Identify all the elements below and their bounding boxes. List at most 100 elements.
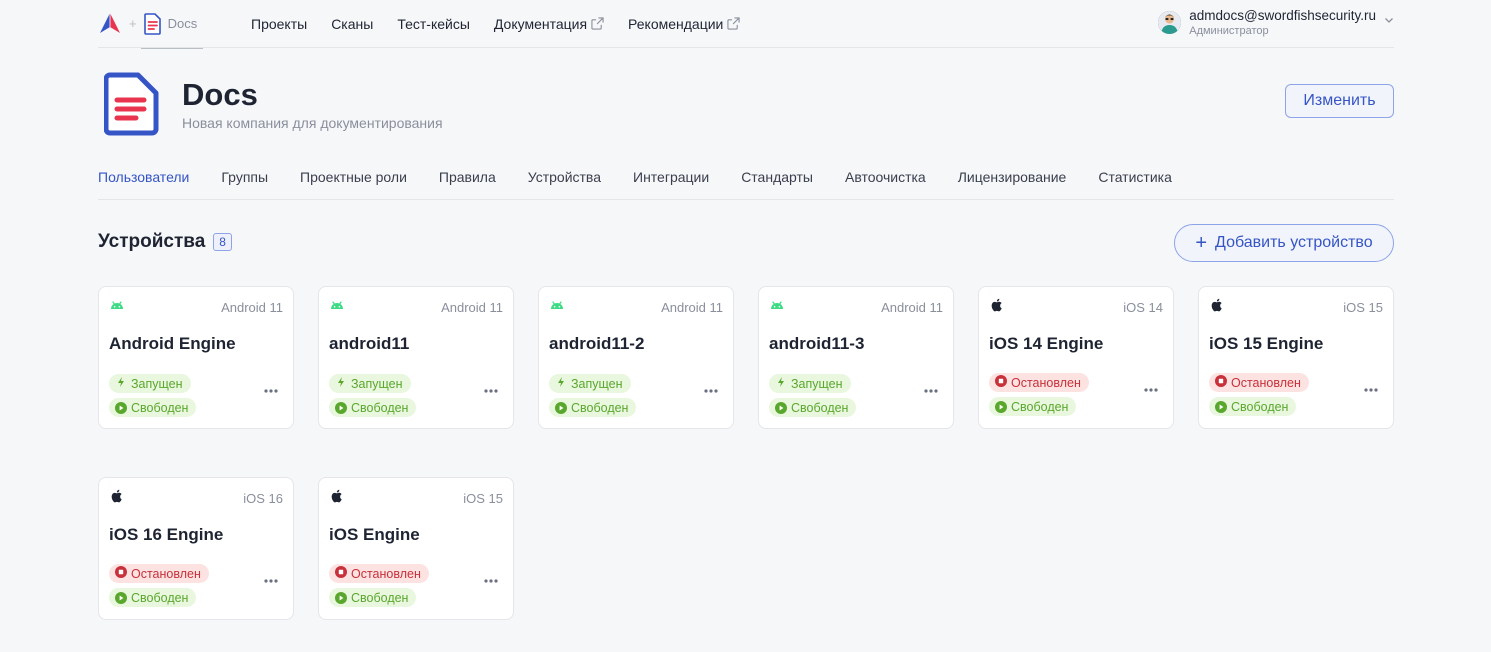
document-icon (143, 12, 161, 35)
tab-project-roles[interactable]: Проектные роли (300, 166, 407, 199)
user-email: admdocs@swordfishsecurity.ru (1189, 8, 1376, 23)
platform-icon-slot (109, 297, 125, 318)
card-header: Android 11 (549, 297, 723, 318)
user-menu[interactable]: admdocs@swordfishsecurity.ru Администрат… (1158, 8, 1394, 38)
platform-icon-slot (329, 488, 345, 509)
user-role: Администратор (1189, 25, 1269, 37)
lightning-icon (118, 377, 124, 387)
brand-underline (141, 47, 203, 49)
stop-circle-icon (115, 566, 127, 578)
status-label: Запущен (131, 376, 183, 391)
company-text: Docs Новая компания для документирования (182, 77, 443, 131)
device-card[interactable]: iOS 14 iOS 14 Engine Остановлен Свободен (978, 286, 1174, 429)
nav-scans[interactable]: Сканы (331, 16, 373, 32)
availability-label: Свободен (351, 590, 409, 605)
play-circle-icon (335, 591, 347, 604)
os-version: Android 11 (661, 300, 723, 315)
availability-badge: Свободен (549, 398, 637, 417)
more-options-icon[interactable] (483, 388, 499, 394)
status-badge: Запущен (549, 374, 631, 393)
device-name: iOS 14 Engine (989, 334, 1104, 353)
status-icon-slot (995, 375, 1007, 390)
company-header: Docs Новая компания для документирования (98, 72, 443, 136)
tab-licensing[interactable]: Лицензирование (958, 166, 1067, 199)
more-options-icon[interactable] (483, 578, 499, 584)
platform-icon-slot (329, 297, 345, 318)
edit-company-button[interactable]: Изменить (1285, 84, 1394, 118)
main-nav: Проекты Сканы Тест-кейсы Документация Ре… (251, 15, 741, 32)
device-card[interactable]: iOS 16 iOS 16 Engine Остановлен Свободен (98, 477, 294, 620)
availability-label: Свободен (1011, 399, 1069, 414)
device-card[interactable]: Android 11 android11 Запущен Свободен (318, 286, 514, 429)
card-header: Android 11 (329, 297, 503, 318)
plus-icon: + (1195, 232, 1208, 254)
status-icon-slot (555, 376, 567, 391)
os-version: Android 11 (441, 300, 503, 315)
more-options-icon[interactable] (1143, 387, 1159, 393)
more-options-icon[interactable] (923, 388, 939, 394)
status-label: Запущен (571, 376, 623, 391)
tab-integrations[interactable]: Интеграции (633, 166, 709, 199)
status-icon-slot (115, 376, 127, 391)
add-device-label: Добавить устройство (1215, 234, 1373, 251)
availability-label: Свободен (791, 400, 849, 415)
external-link-icon (591, 17, 604, 30)
device-name: Android Engine (109, 334, 236, 353)
platform-icon-slot (769, 297, 785, 318)
more-options-icon[interactable] (1363, 387, 1379, 393)
devices-count-badge: 8 (213, 233, 232, 251)
more-options-icon[interactable] (703, 388, 719, 394)
device-name: iOS 16 Engine (109, 525, 224, 544)
more-options-icon[interactable] (263, 578, 279, 584)
external-link-icon (727, 17, 741, 30)
tab-groups[interactable]: Группы (221, 166, 268, 199)
availability-badge: Свободен (109, 588, 197, 607)
more-options-icon[interactable] (263, 388, 279, 394)
android-icon (551, 301, 563, 309)
add-device-button[interactable]: + Добавить устройство (1174, 224, 1394, 262)
status-label: Остановлен (1011, 375, 1081, 390)
nav-recommendations[interactable]: Рекомендации (628, 15, 741, 32)
os-version: Android 11 (221, 300, 283, 315)
company-subtitle: Новая компания для документирования (182, 115, 443, 131)
nav-test-cases[interactable]: Тест-кейсы (397, 16, 470, 32)
availability-label: Свободен (571, 400, 629, 415)
stop-circle-icon (335, 566, 347, 578)
status-badge: Остановлен (329, 564, 429, 583)
tab-devices[interactable]: Устройства (528, 166, 601, 199)
brand-plus: + (129, 16, 137, 31)
device-card[interactable]: iOS 15 iOS Engine Остановлен Свободен (318, 477, 514, 620)
device-card[interactable]: iOS 15 iOS 15 Engine Остановлен Свободен (1198, 286, 1394, 429)
chevron-down-icon (1385, 18, 1393, 23)
os-version: Android 11 (881, 300, 943, 315)
device-card[interactable]: Android 11 Android Engine Запущен Свобод… (98, 286, 294, 429)
os-version: iOS 16 (243, 491, 283, 506)
availability-label: Свободен (131, 590, 189, 605)
card-header: iOS 15 (329, 488, 503, 509)
card-header: iOS 15 (1209, 297, 1383, 318)
tab-rules[interactable]: Правила (439, 166, 496, 199)
status-label: Запущен (351, 376, 403, 391)
tab-users[interactable]: Пользователи (98, 166, 189, 199)
device-name: android11 (329, 334, 410, 353)
availability-label: Свободен (351, 400, 409, 415)
tab-autocleanup[interactable]: Автоочистка (845, 166, 926, 199)
brand[interactable]: + Docs (98, 0, 251, 49)
card-header: Android 11 (769, 297, 943, 318)
os-version: iOS 15 (1343, 300, 1383, 315)
availability-badge: Свободен (109, 398, 197, 417)
device-card[interactable]: Android 11 android11-2 Запущен Свободен (538, 286, 734, 429)
device-name: iOS Engine (329, 525, 420, 544)
os-version: iOS 15 (463, 491, 503, 506)
nav-documentation[interactable]: Документация (494, 16, 604, 32)
tab-standards[interactable]: Стандарты (741, 166, 813, 199)
tab-statistics[interactable]: Статистика (1098, 166, 1172, 199)
availability-label: Свободен (131, 400, 189, 415)
nav-projects[interactable]: Проекты (251, 16, 307, 32)
nav-scans-label: Сканы (331, 15, 374, 32)
status-icon-slot (115, 566, 127, 581)
nav-recommendations-label: Рекомендации (628, 15, 724, 32)
device-card[interactable]: Android 11 android11-3 Запущен Свободен (758, 286, 954, 429)
availability-badge: Свободен (1209, 397, 1297, 416)
lightning-icon (778, 377, 784, 387)
